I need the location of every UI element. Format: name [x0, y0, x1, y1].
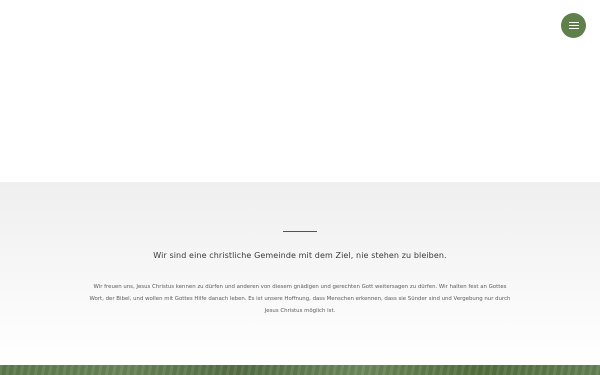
menu-button[interactable] — [561, 13, 586, 38]
intro-headline: Wir sind eine christliche Gemeinde mit d… — [153, 251, 447, 260]
page: Wir sind eine christliche Gemeinde mit d… — [0, 0, 600, 375]
hero-area — [0, 0, 600, 182]
intro-body: Wir freuen uns, Jesus Christus kennen zu… — [89, 284, 511, 314]
hamburger-icon — [568, 22, 579, 29]
intro-section: Wir sind eine christliche Gemeinde mit d… — [0, 182, 600, 365]
divider — [283, 231, 317, 232]
bottom-image-band — [0, 365, 600, 375]
